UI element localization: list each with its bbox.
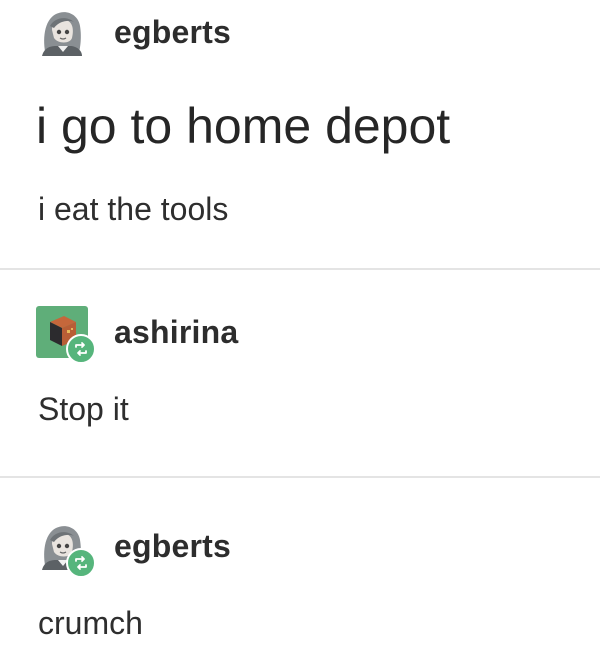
post-reblog: egberts crumch <box>0 478 600 654</box>
post-body: i eat the tools <box>38 191 229 227</box>
avatar-egberts[interactable] <box>36 6 88 58</box>
post-original: egberts i go to home depot i eat the too… <box>0 0 600 268</box>
post-header: ashirina <box>36 306 238 364</box>
anime-girl-avatar-icon <box>36 6 88 58</box>
post-header: egberts <box>36 6 231 58</box>
reblog-badge <box>66 334 96 364</box>
avatar-egberts[interactable] <box>36 520 96 578</box>
username[interactable]: egberts <box>114 14 231 51</box>
post-reblog: ashirina Stop it <box>0 270 600 476</box>
post-header: egberts <box>36 520 231 578</box>
post-body: Stop it <box>38 391 129 427</box>
post-body: crumch <box>38 605 143 641</box>
reblog-badge <box>66 548 96 578</box>
username[interactable]: egberts <box>114 528 231 565</box>
reblog-icon <box>75 556 87 570</box>
reblog-icon <box>75 342 87 356</box>
post-title: i go to home depot <box>36 98 451 154</box>
avatar-ashirina[interactable] <box>36 306 96 364</box>
username[interactable]: ashirina <box>114 314 238 351</box>
